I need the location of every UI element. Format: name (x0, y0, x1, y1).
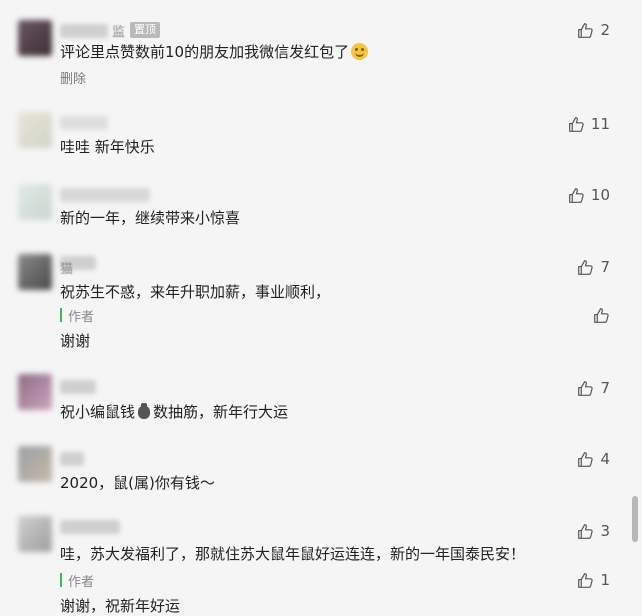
like-button[interactable]: 2 (577, 21, 610, 39)
like-count: 11 (590, 115, 610, 133)
thumbs-up-icon (578, 451, 594, 467)
scrollbar[interactable] (632, 496, 638, 542)
thumbs-up-icon (594, 308, 609, 323)
like-count: 10 (590, 186, 610, 204)
thumbs-up-icon (569, 187, 584, 203)
author-reply-marker (60, 308, 62, 322)
comment-text: 哇，苏大发福利了，那就住苏大鼠年鼠好运连连，新的一年国泰民安！ (60, 545, 526, 563)
thumbs-up-icon (578, 380, 594, 396)
avatar[interactable] (18, 112, 52, 148)
comment-text: 祝小编鼠钱 数抽筋，新年行大运 (60, 403, 289, 421)
commenter-name (60, 24, 108, 38)
avatar[interactable] (18, 516, 52, 552)
author-tag: 作者 (68, 575, 95, 590)
author-reply-marker (60, 573, 62, 587)
like-count: 2 (600, 21, 610, 39)
like-button[interactable]: 11 (568, 115, 610, 133)
thumbs-up-icon (578, 572, 594, 588)
commenter-name (60, 116, 108, 130)
author-tag: 作者 (68, 310, 95, 325)
commenter-name (60, 452, 84, 466)
author-reply-text: 谢谢 (60, 332, 91, 350)
like-button[interactable]: 7 (577, 379, 610, 397)
avatar[interactable] (18, 254, 52, 290)
pinned-badge: 置顶 (130, 22, 160, 38)
thumbs-up-icon (578, 22, 594, 38)
reply-like-button[interactable]: 1 (577, 571, 610, 589)
commenter-name-tail: 猫 (60, 262, 74, 277)
avatar[interactable] (18, 20, 52, 56)
like-button[interactable]: 10 (568, 186, 610, 204)
like-count: 3 (600, 522, 610, 540)
comment-text: 2020，鼠(属)你有钱～ (60, 474, 215, 492)
like-button[interactable]: 3 (577, 522, 610, 540)
reply-like-button[interactable] (593, 307, 610, 324)
commenter-name (60, 188, 150, 202)
money-bag-icon (138, 403, 151, 419)
comment-text: 祝苏生不惑，来年升职加薪，事业顺利， (60, 283, 331, 301)
thumbs-up-icon (578, 259, 594, 275)
like-button[interactable]: 4 (577, 450, 610, 468)
like-count: 7 (600, 379, 610, 397)
like-button[interactable]: 7 (577, 258, 610, 276)
commenter-name-tail: 监 (112, 25, 126, 40)
avatar[interactable] (18, 446, 52, 482)
like-count: 4 (600, 450, 610, 468)
comment-text: 新的一年，继续带来小惊喜 (60, 209, 241, 227)
like-count: 7 (600, 258, 610, 276)
reply-like-count: 1 (600, 571, 610, 589)
avatar[interactable] (18, 184, 52, 220)
author-reply-text: 谢谢，祝新年好运 (60, 597, 181, 615)
thumbs-up-icon (578, 523, 594, 539)
comment-text: 哇哇 新年快乐 (60, 138, 155, 156)
commenter-name (60, 520, 120, 534)
comment-text: 评论里点赞数前10的朋友加我微信发红包了 (60, 41, 369, 62)
delete-link[interactable]: 删除 (60, 68, 86, 87)
commenter-name (60, 380, 96, 394)
thumbs-up-icon (569, 116, 584, 132)
grinning-face-icon (351, 43, 369, 60)
avatar[interactable] (18, 374, 52, 410)
